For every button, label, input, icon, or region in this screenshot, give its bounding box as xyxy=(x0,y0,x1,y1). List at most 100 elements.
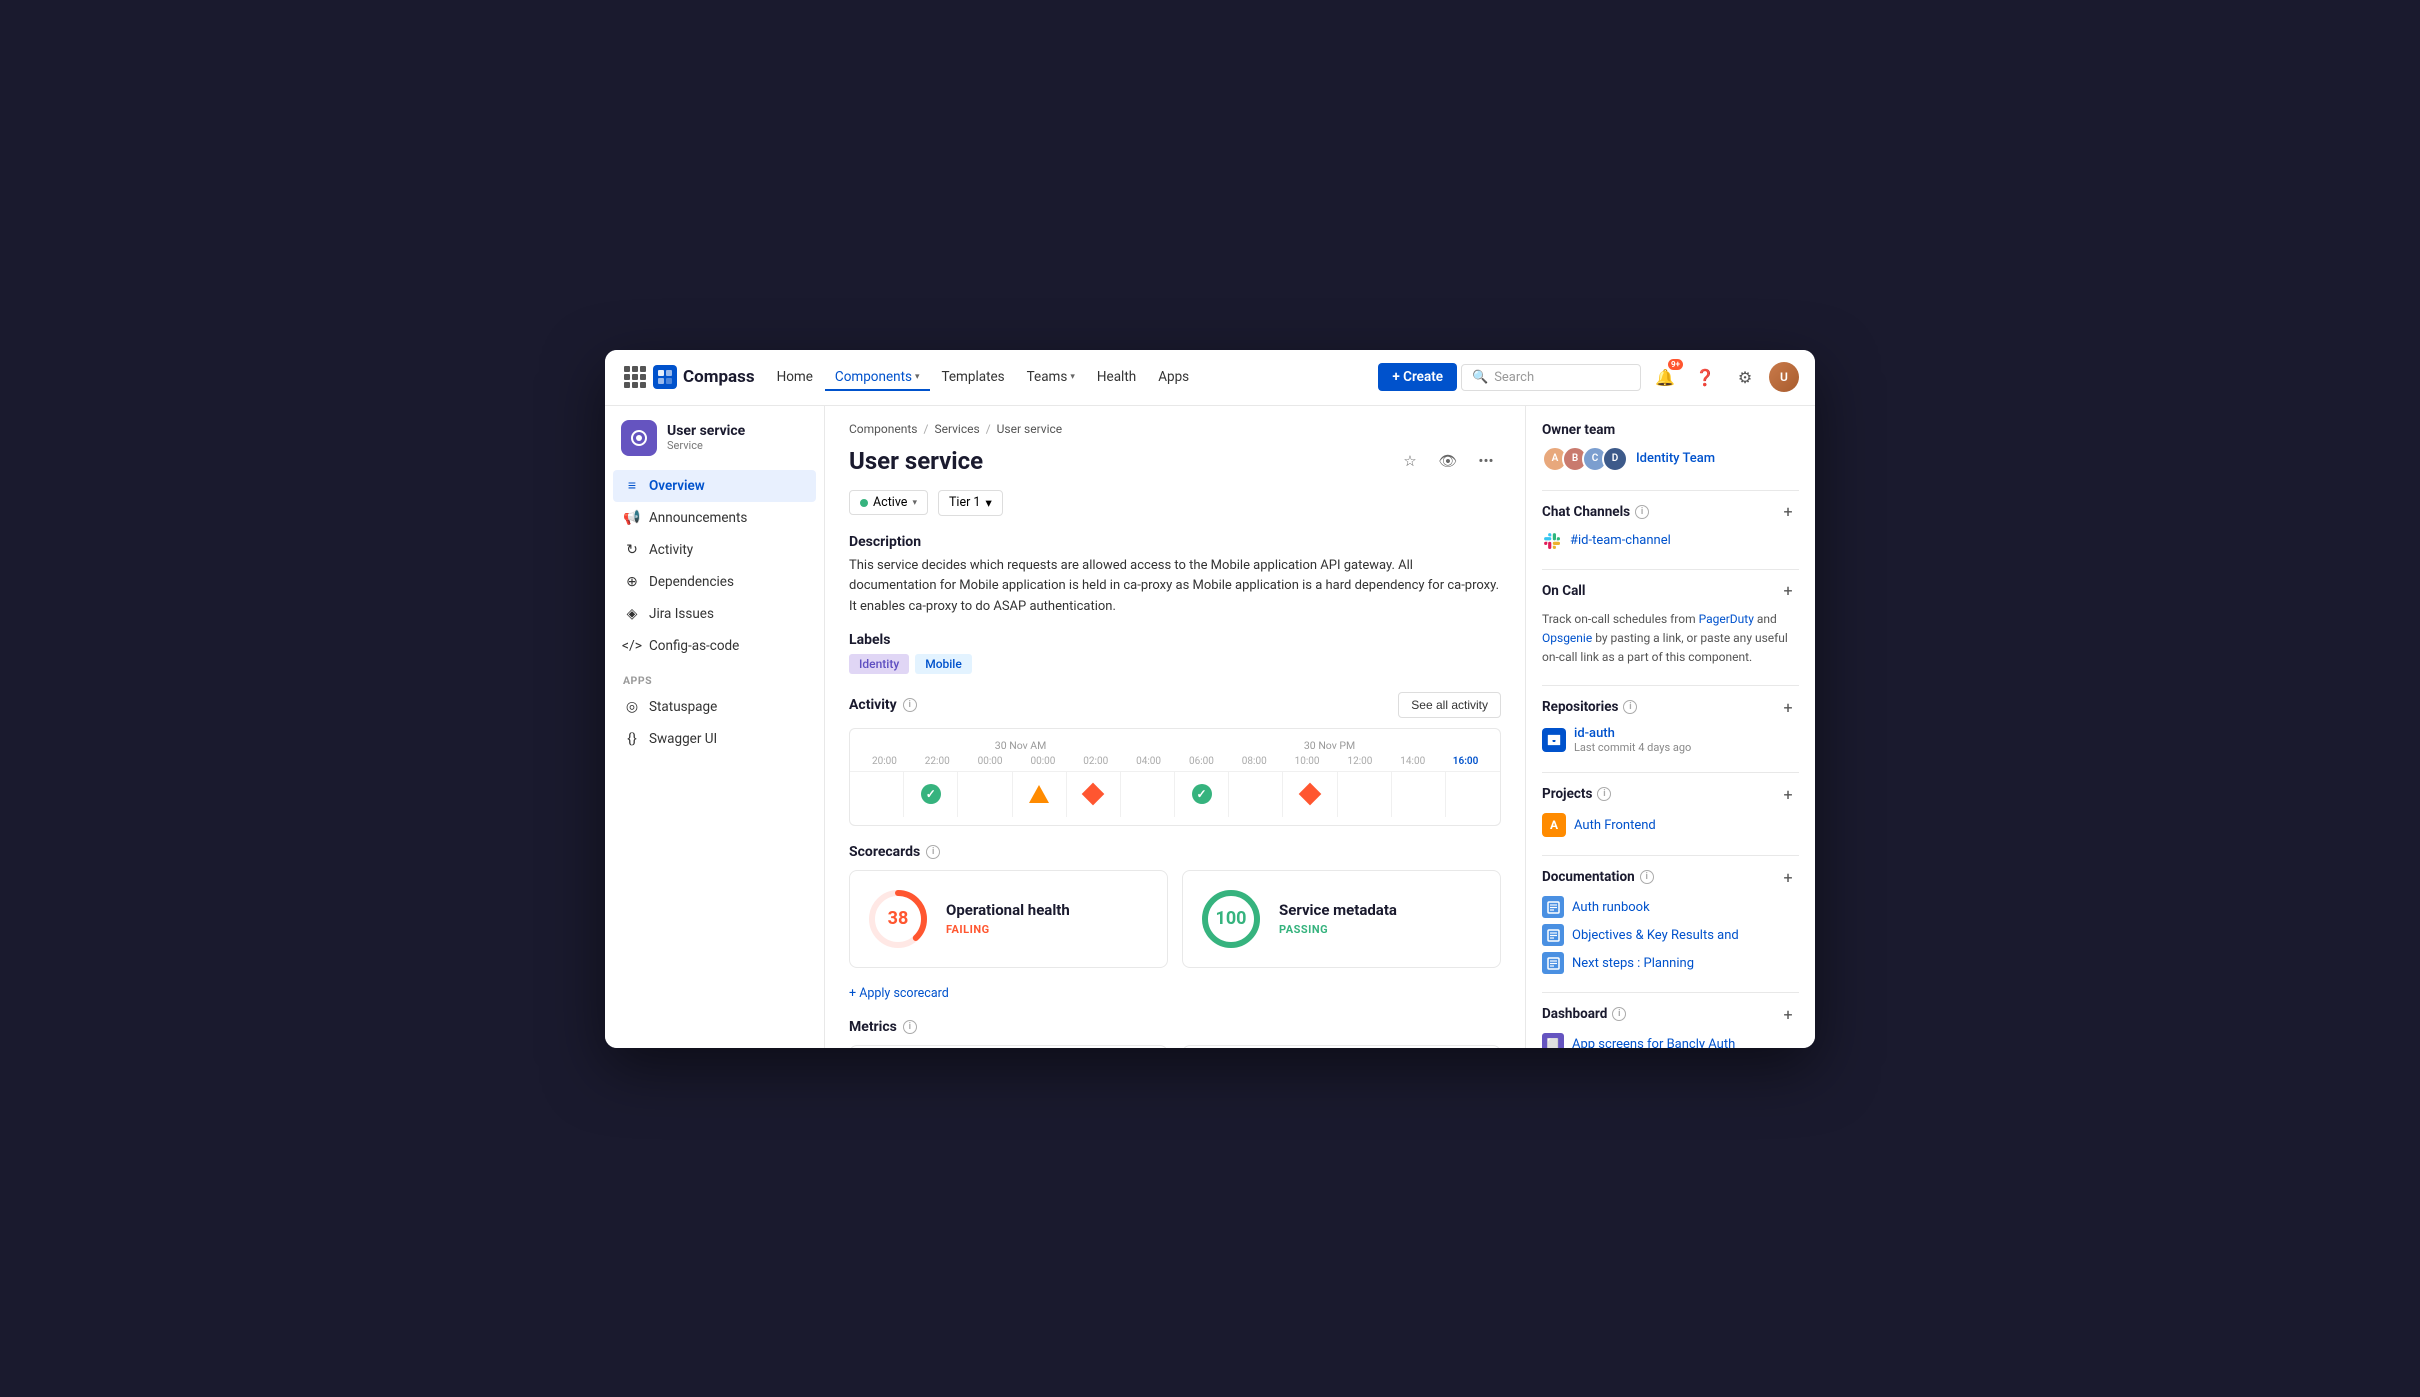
status-chevron-icon: ▾ xyxy=(912,498,917,508)
project-name[interactable]: Auth Frontend xyxy=(1574,818,1656,833)
activity-date-header: 30 Nov AM 30 Nov PM xyxy=(850,737,1500,754)
repository-name[interactable]: id-auth xyxy=(1574,726,1691,741)
slack-icon xyxy=(1542,531,1562,551)
sidebar-item-statuspage[interactable]: ◎ Statuspage xyxy=(613,691,816,723)
more-options-button[interactable]: ••• xyxy=(1471,446,1501,476)
owner-team-title: Owner team xyxy=(1542,422,1615,438)
activity-section-header: Activity i See all activity xyxy=(849,692,1501,718)
doc-icon-1 xyxy=(1542,924,1564,946)
add-project-button[interactable]: + xyxy=(1777,783,1799,805)
nav-apps[interactable]: Apps xyxy=(1148,363,1199,391)
breadcrumb-components[interactable]: Components xyxy=(849,422,918,436)
metrics-info-icon[interactable]: i xyxy=(903,1020,917,1034)
divider-2 xyxy=(1542,569,1799,570)
activity-cell-0 xyxy=(850,772,904,817)
divider-5 xyxy=(1542,855,1799,856)
status-badge[interactable]: Active ▾ xyxy=(849,490,928,515)
notifications-button[interactable]: 🔔 9+ xyxy=(1649,361,1681,393)
sidebar-item-dependencies[interactable]: ⊕ Dependencies xyxy=(613,566,816,598)
sidebar-item-announcements[interactable]: 📢 Announcements xyxy=(613,502,816,534)
metric-unit-test-coverage[interactable]: ↗ Unit test coverage 71.4 % xyxy=(1182,1045,1501,1048)
chat-channel-name[interactable]: #id-team-channel xyxy=(1570,533,1671,548)
create-button[interactable]: + Create xyxy=(1378,363,1457,391)
pagerduty-link[interactable]: PagerDuty xyxy=(1699,612,1754,626)
activity-time-labels: 20:00 22:00 00:00 00:00 02:00 04:00 06:0… xyxy=(850,756,1500,771)
help-button[interactable]: ❓ xyxy=(1689,361,1721,393)
breadcrumb-services[interactable]: Services xyxy=(934,422,979,436)
activity-icon: ↻ xyxy=(623,541,641,559)
nav-home[interactable]: Home xyxy=(767,363,823,391)
owner-team-section: Owner team A B C D Identity Team xyxy=(1542,422,1799,472)
repositories-info-icon[interactable]: i xyxy=(1623,700,1637,714)
metric-deployment-frequency[interactable]: ↗ Deployment Frequency 29.25 deploys / w… xyxy=(849,1045,1168,1048)
add-dashboard-button[interactable]: + xyxy=(1777,1003,1799,1025)
nav-health[interactable]: Health xyxy=(1087,363,1146,391)
doc-name-0[interactable]: Auth runbook xyxy=(1572,900,1650,915)
search-icon: 🔍 xyxy=(1472,370,1488,385)
opsgenie-link[interactable]: Opsgenie xyxy=(1542,631,1592,645)
owner-team-name[interactable]: Identity Team xyxy=(1636,451,1715,466)
scorecard-name-metadata: Service metadata xyxy=(1279,901,1397,919)
add-chat-channel-button[interactable]: + xyxy=(1777,501,1799,523)
status-dot xyxy=(860,499,868,507)
activity-cell-11 xyxy=(1446,772,1500,817)
right-panel: Owner team A B C D Identity Team xyxy=(1525,406,1815,1048)
doc-icon-2 xyxy=(1542,952,1564,974)
doc-name-2[interactable]: Next steps : Planning xyxy=(1572,956,1694,971)
owner-team-info: A B C D Identity Team xyxy=(1542,446,1799,472)
chat-channel-item: #id-team-channel xyxy=(1542,531,1799,551)
dashboard-info-icon[interactable]: i xyxy=(1612,1007,1626,1021)
documentation-info-icon[interactable]: i xyxy=(1640,870,1654,884)
nav-templates[interactable]: Templates xyxy=(932,363,1015,391)
user-avatar[interactable]: U xyxy=(1769,362,1799,392)
sidebar-item-swagger-ui[interactable]: {} Swagger UI xyxy=(613,723,816,755)
add-documentation-button[interactable]: + xyxy=(1777,866,1799,888)
add-repository-button[interactable]: + xyxy=(1777,696,1799,718)
divider-6 xyxy=(1542,992,1799,993)
watch-button[interactable]: 👁 xyxy=(1433,446,1463,476)
see-all-activity-button[interactable]: See all activity xyxy=(1398,692,1501,718)
projects-title: Projects i xyxy=(1542,786,1611,802)
breadcrumb-current: User service xyxy=(997,422,1062,436)
sidebar-navigation: ≡ Overview 📢 Announcements ↻ Activity ⊕ … xyxy=(605,466,824,759)
sidebar-item-jira-issues[interactable]: ◈ Jira Issues xyxy=(613,598,816,630)
settings-button[interactable]: ⚙ xyxy=(1729,361,1761,393)
nav-components[interactable]: Components ▾ xyxy=(825,363,930,391)
jira-icon: ◈ xyxy=(623,605,641,623)
sidebar-item-config-as-code[interactable]: </> Config-as-code xyxy=(613,630,816,662)
search-input[interactable]: 🔍 Search xyxy=(1461,364,1641,391)
nav-teams[interactable]: Teams ▾ xyxy=(1017,363,1085,391)
dependencies-icon: ⊕ xyxy=(623,573,641,591)
label-mobile[interactable]: Mobile xyxy=(915,654,972,674)
sidebar-item-overview[interactable]: ≡ Overview xyxy=(613,470,816,502)
repositories-title: Repositories i xyxy=(1542,699,1637,715)
chat-info-icon[interactable]: i xyxy=(1635,505,1649,519)
score-circle-metadata: 100 xyxy=(1199,887,1263,951)
scorecards-info-icon[interactable]: i xyxy=(926,845,940,859)
doc-name-1[interactable]: Objectives & Key Results and xyxy=(1572,928,1739,943)
dashboard-name[interactable]: App screens for Bancly Auth xyxy=(1572,1037,1735,1048)
add-oncall-button[interactable]: + xyxy=(1777,580,1799,602)
star-button[interactable]: ☆ xyxy=(1395,446,1425,476)
status-label: Active xyxy=(873,495,907,510)
scorecard-operational-health[interactable]: 38 Operational health FAILING xyxy=(849,870,1168,968)
grid-icon xyxy=(624,366,646,388)
description-title: Description xyxy=(849,534,1501,550)
description-text: This service decides which requests are … xyxy=(849,556,1501,618)
projects-info-icon[interactable]: i xyxy=(1597,787,1611,801)
projects-section: Projects i + A Auth Frontend xyxy=(1542,783,1799,837)
apps-grid-button[interactable] xyxy=(621,363,649,391)
activity-info-icon[interactable]: i xyxy=(903,698,917,712)
project-item: A Auth Frontend xyxy=(1542,813,1799,837)
scorecard-service-metadata[interactable]: 100 Service metadata PASSING xyxy=(1182,870,1501,968)
scorecards-row: 38 Operational health FAILING xyxy=(849,870,1501,968)
oncall-section: On Call + Track on-call schedules from P… xyxy=(1542,580,1799,668)
logo[interactable]: Compass xyxy=(653,365,755,389)
overview-icon: ≡ xyxy=(623,477,641,495)
apply-scorecard-button[interactable]: + Apply scorecard xyxy=(849,982,1501,1005)
tier-badge[interactable]: Tier 1 ▾ xyxy=(938,490,1003,516)
label-identity[interactable]: Identity xyxy=(849,654,909,674)
metrics-section-header: Metrics i xyxy=(849,1019,1501,1035)
doc-icon-0 xyxy=(1542,896,1564,918)
sidebar-item-activity[interactable]: ↻ Activity xyxy=(613,534,816,566)
